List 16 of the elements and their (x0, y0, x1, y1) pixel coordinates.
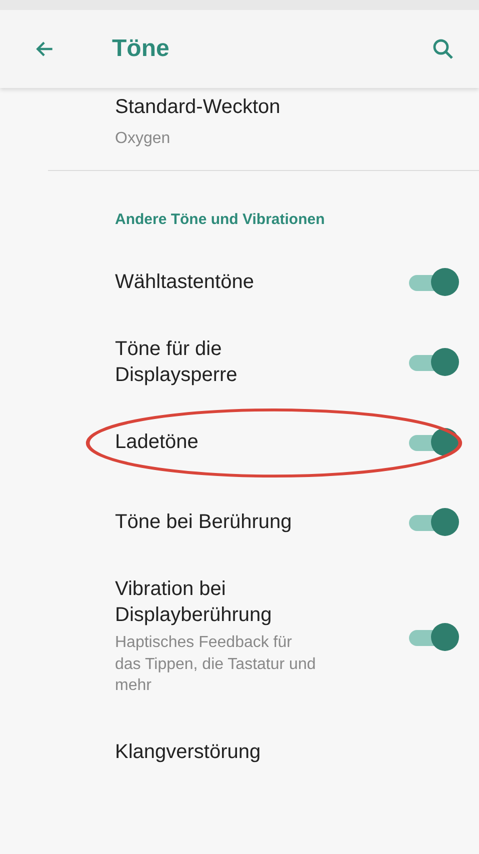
setting-title[interactable]: Wähltastentöne (115, 268, 335, 295)
toggle-switch[interactable] (407, 266, 459, 297)
toggle-switch[interactable] (407, 506, 459, 537)
toggle-switch[interactable] (407, 346, 459, 377)
setting-summary: Oxygen (115, 129, 172, 149)
setting-title[interactable]: Töne bei Berührung (115, 508, 335, 535)
setting-title[interactable]: Töne für die Displaysperre (115, 336, 335, 388)
toggle-switch[interactable] (407, 622, 459, 652)
setting-title[interactable]: Standard-Weckton (115, 94, 335, 120)
setting-title[interactable]: Klangverstörung (115, 738, 335, 765)
search-icon[interactable] (431, 37, 455, 61)
screen-title: Töne (112, 35, 170, 63)
toggle-switch[interactable] (407, 426, 459, 457)
section-header: Andere Töne und Vibrationen (115, 210, 326, 228)
setting-summary: Haptisches Feedback für das Tippen, die Tastatur und mehr (115, 633, 317, 696)
setting-title[interactable]: Vibration bei Displayberührung (115, 576, 335, 628)
